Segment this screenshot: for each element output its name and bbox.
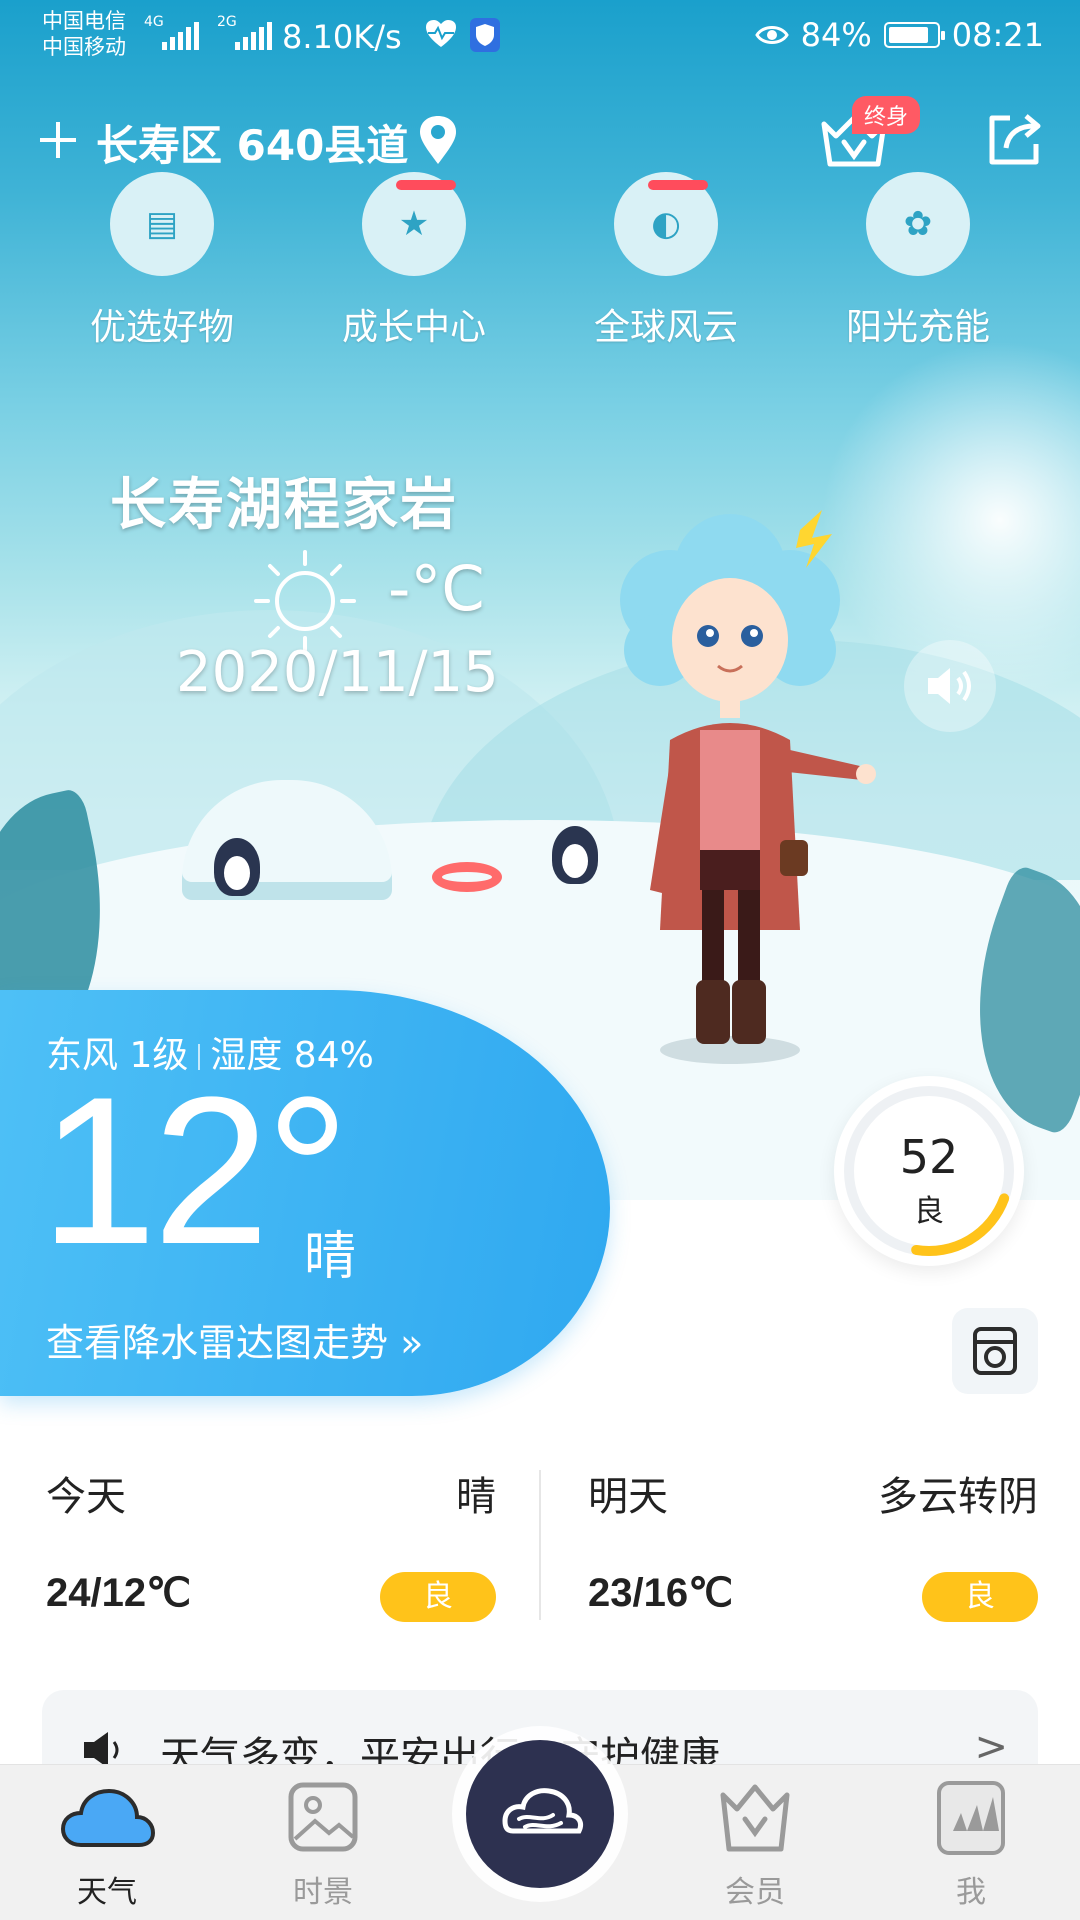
tab-scenery[interactable]: 时景	[248, 1779, 398, 1911]
lifetime-vip-badge[interactable]: 终身	[852, 96, 921, 134]
quick-menu-item-growth[interactable]: ★ 成长中心	[314, 172, 514, 350]
quick-menu-label: 优选好物	[89, 307, 234, 348]
current-weather-card[interactable]: 东风 1级 湿度 84% 12° 晴 查看降水雷达图走势 »	[0, 990, 610, 1396]
forecast-condition: 多云转阴	[878, 1474, 1038, 1520]
current-temperature: 12°	[40, 1053, 350, 1288]
carrier-top: 中国电信	[42, 9, 126, 33]
two-day-forecast: 今天 晴 24/12℃ 良 明天 多云转阴 23/16℃ 良	[0, 1450, 1080, 1630]
forecast-aqi-badge: 良	[380, 1572, 496, 1622]
aqi-value: 52	[899, 1130, 959, 1184]
carrier-names: 中国电信 中国移动	[42, 8, 126, 60]
crown-icon	[720, 1784, 790, 1852]
status-bar: 中国电信 中国移动 4G 2G 8.10K/s 84% 08:21	[0, 0, 1080, 74]
camera-icon	[973, 1327, 1017, 1375]
cloud-icon	[60, 1788, 156, 1847]
quick-menu-item-global[interactable]: ◐ 全球风云	[566, 172, 766, 350]
growth-badge-icon: ★	[362, 172, 466, 276]
forecast-day: 今天	[46, 1474, 126, 1520]
forecast-divider	[539, 1470, 541, 1620]
signal-indicators: 4G 2G	[144, 14, 272, 50]
shield-icon	[470, 18, 500, 52]
status-right: 84% 08:21	[754, 16, 1044, 54]
tab-label: 我	[956, 1875, 986, 1910]
penguin	[214, 838, 260, 896]
aqi-gauge[interactable]: 52 良	[834, 1076, 1024, 1266]
forecast-aqi-badge: 良	[922, 1572, 1038, 1622]
tab-member[interactable]: 会员	[680, 1779, 830, 1911]
forecast-temp-range: 24/12℃	[46, 1571, 192, 1615]
camera-button[interactable]	[952, 1308, 1038, 1394]
tab-label: 天气	[77, 1875, 137, 1910]
quick-menu-item-sunshine[interactable]: ✿ 阳光充能	[818, 172, 1018, 350]
scenic-place-name: 长寿湖程家岩	[110, 473, 458, 538]
sound-button[interactable]	[904, 640, 996, 732]
clock: 08:21	[951, 16, 1044, 54]
signal-4g: 4G	[144, 14, 199, 50]
current-location[interactable]: 长寿区 640县道	[96, 112, 408, 173]
red-dot-badge	[396, 180, 456, 190]
battery-percent: 84%	[800, 16, 872, 54]
tab-weather[interactable]: 天气	[32, 1779, 182, 1911]
signal-2g: 2G	[217, 14, 272, 50]
flower-icon: ✿	[866, 172, 970, 276]
quick-menu-label: 阳光充能	[845, 307, 990, 348]
net-type-label: 2G	[217, 14, 237, 30]
swim-ring	[432, 862, 502, 892]
red-dot-badge	[648, 180, 708, 190]
share-icon[interactable]	[984, 110, 1044, 170]
penguin	[552, 826, 598, 884]
forecast-temp-range: 23/16℃	[588, 1571, 734, 1615]
cartoon-character[interactable]	[600, 510, 880, 1070]
battery-fill	[888, 27, 928, 43]
quick-menu: ▤ 优选好物 ★ 成长中心 ◐ 全球风云 ✿ 阳光充能	[0, 172, 1080, 356]
health-heart-icon	[426, 20, 456, 47]
forecast-today[interactable]: 今天 晴 24/12℃ 良	[46, 1450, 496, 1630]
tab-label: 会员	[725, 1875, 785, 1910]
quick-menu-label: 全球风云	[593, 307, 738, 348]
forecast-tomorrow[interactable]: 明天 多云转阴 23/16℃ 良	[588, 1450, 1038, 1630]
scenic-date: 2020/11/15	[176, 640, 499, 705]
aqi-level: 良	[914, 1194, 944, 1229]
location-pin-icon[interactable]	[416, 114, 460, 166]
forecast-condition: 晴	[456, 1474, 496, 1520]
eye-comfort-icon	[754, 26, 789, 44]
battery-icon	[883, 22, 945, 48]
globe-icon: ◐	[614, 172, 718, 276]
network-speed: 8.10K/s	[282, 18, 402, 56]
radar-trend-link[interactable]: 查看降水雷达图走势 »	[46, 1312, 423, 1367]
quick-menu-label: 成长中心	[341, 307, 486, 348]
add-city-icon[interactable]	[36, 118, 80, 162]
wind-cloud-icon	[502, 1788, 584, 1834]
tab-label: 时景	[293, 1875, 353, 1910]
tab-me[interactable]: 我	[896, 1779, 1046, 1911]
net-type-label: 4G	[144, 14, 164, 30]
center-action-button[interactable]	[466, 1740, 614, 1888]
current-condition: 晴	[304, 1227, 357, 1287]
forecast-day: 明天	[588, 1474, 668, 1520]
speaker-icon	[928, 668, 971, 704]
image-icon	[288, 1782, 358, 1852]
adidas-avatar-icon	[937, 1781, 1005, 1855]
shopping-bag-icon: ▤	[110, 172, 214, 276]
quick-menu-item-shop[interactable]: ▤ 优选好物	[62, 172, 262, 350]
carrier-bottom: 中国移动	[42, 35, 126, 59]
status-icons	[424, 18, 500, 52]
scenic-temperature: -°C	[388, 552, 485, 625]
